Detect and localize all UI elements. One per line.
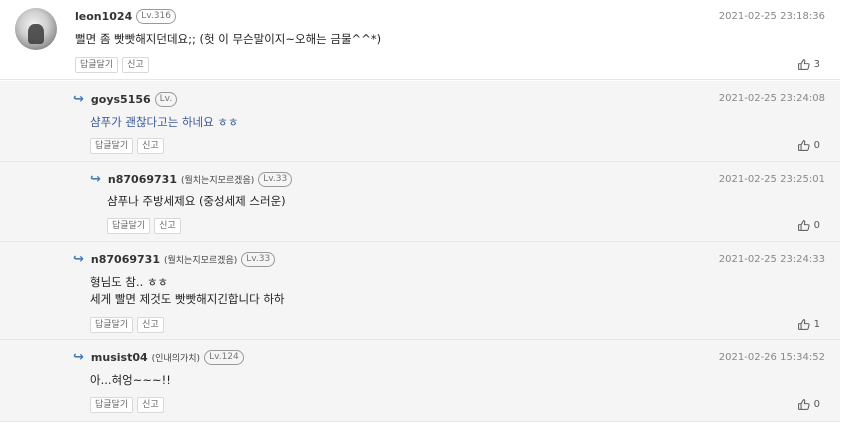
username[interactable]: n87069731 — [108, 173, 177, 186]
comment-date: 2021-02-25 23:24:08 — [718, 93, 825, 104]
comment-header: ↪ n87069731 (뭘치는지모르겠음) Lv.33 — [90, 172, 293, 187]
like-button[interactable]: 3 — [797, 58, 820, 71]
like-count: 3 — [813, 59, 820, 70]
comment-header: ↪ n87069731 (뭘치는지모르겠음) Lv.33 — [73, 252, 276, 267]
reply-button[interactable]: 답글달기 — [90, 138, 134, 154]
comment-line: 샴푸가 괜찮다고는 하네요 ㅎㅎ — [90, 115, 239, 129]
reply-button[interactable]: 답글달기 — [75, 57, 119, 73]
report-button[interactable]: 신고 — [122, 57, 149, 73]
like-count: 0 — [813, 399, 820, 410]
thumbs-up-icon — [797, 59, 810, 70]
comment-date: 2021-02-25 23:18:36 — [718, 11, 825, 22]
avatar[interactable] — [15, 8, 57, 50]
thumbs-up-icon — [797, 319, 810, 330]
comment-line: 샴푸나 주방세제요 (중성세제 스러운) — [107, 194, 286, 208]
comment-actions: 답글달기 신고 — [90, 138, 164, 154]
comment-line: 뻘면 좀 빳빳해지던데요;; (헛 이 무슨말이지~오해는 금물^^*) — [75, 32, 382, 46]
comment-actions: 답글달기 신고 — [90, 317, 164, 333]
like-count: 1 — [813, 319, 820, 330]
nickname: (뭘치는지모르겠음) — [180, 176, 255, 186]
comment-line: 세게 빨면 제것도 빳빳해지긴합니다 하하 — [90, 292, 285, 306]
level-badge: Lv.33 — [241, 252, 276, 267]
comment-header: ↪ musist04 (인내의가치) Lv.124 — [73, 350, 244, 365]
like-count: 0 — [813, 140, 820, 151]
reply-item: ↪ n87069731 (뭘치는지모르겠음) Lv.33 2021-02-25 … — [0, 242, 840, 340]
level-badge: Lv.124 — [204, 350, 244, 365]
comment-line: 형님도 참.. ㅎㅎ — [90, 275, 169, 289]
comment-header: ↪ goys5156 Lv. — [73, 92, 178, 107]
comment-text: 아...혀엉~~~!! — [90, 372, 171, 389]
like-button[interactable]: 0 — [797, 219, 820, 232]
comment-actions: 답글달기 신고 — [107, 218, 181, 234]
reply-arrow-icon: ↪ — [73, 350, 84, 365]
comment-date: 2021-02-25 23:24:33 — [718, 254, 825, 265]
comment-text: 샴푸가 괜찮다고는 하네요 ㅎㅎ — [90, 114, 239, 131]
like-button[interactable]: 0 — [797, 139, 820, 152]
thumbs-up-icon — [797, 220, 810, 231]
reply-item: ↪ musist04 (인내의가치) Lv.124 2021-02-26 15:… — [0, 340, 840, 422]
like-button[interactable]: 1 — [797, 318, 820, 331]
reply-button[interactable]: 답글달기 — [90, 317, 134, 333]
username[interactable]: leon1024 — [75, 10, 132, 23]
nickname: (인내의가치) — [151, 354, 201, 364]
comment-text: 샴푸나 주방세제요 (중성세제 스러운) — [107, 193, 286, 210]
comment-text: 형님도 참.. ㅎㅎ 세게 빨면 제것도 빳빳해지긴합니다 하하 — [90, 274, 284, 308]
comment-text: 뻘면 좀 빳빳해지던데요;; (헛 이 무슨말이지~오해는 금물^^*) — [75, 31, 381, 48]
comment-actions: 답글달기 신고 — [75, 57, 149, 73]
like-button[interactable]: 0 — [797, 398, 820, 411]
thumbs-up-icon — [797, 140, 810, 151]
username[interactable]: n87069731 — [91, 253, 160, 266]
username[interactable]: musist04 — [91, 351, 148, 364]
report-button[interactable]: 신고 — [154, 218, 181, 234]
reply-button[interactable]: 답글달기 — [107, 218, 151, 234]
report-button[interactable]: 신고 — [137, 397, 164, 413]
level-badge: Lv.33 — [258, 172, 293, 187]
reply-arrow-icon: ↪ — [73, 92, 84, 107]
report-button[interactable]: 신고 — [137, 317, 164, 333]
reply-arrow-icon: ↪ — [73, 252, 84, 267]
like-count: 0 — [813, 220, 820, 231]
level-badge: Lv. — [154, 92, 178, 107]
comment-line: 아...혀엉~~~!! — [90, 373, 171, 387]
level-badge: Lv.316 — [136, 9, 176, 24]
reply-item: ↪ goys5156 Lv. 2021-02-25 23:24:08 샴푸가 괜… — [0, 81, 840, 162]
report-button[interactable]: 신고 — [137, 138, 164, 154]
reply-item: ↪ n87069731 (뭘치는지모르겠음) Lv.33 2021-02-25 … — [0, 162, 840, 242]
thumbs-up-icon — [797, 399, 810, 410]
comment-date: 2021-02-25 23:25:01 — [718, 174, 825, 185]
reply-arrow-icon: ↪ — [90, 172, 101, 187]
username[interactable]: goys5156 — [91, 93, 151, 106]
reply-button[interactable]: 답글달기 — [90, 397, 134, 413]
comment-date: 2021-02-26 15:34:52 — [718, 352, 825, 363]
nickname: (뭘치는지모르겠음) — [163, 256, 238, 266]
comment-header: leon1024 Lv.316 — [75, 9, 176, 24]
comment-actions: 답글달기 신고 — [90, 397, 164, 413]
comment-item: leon1024 Lv.316 2021-02-25 23:18:36 뻘면 좀… — [0, 0, 840, 80]
